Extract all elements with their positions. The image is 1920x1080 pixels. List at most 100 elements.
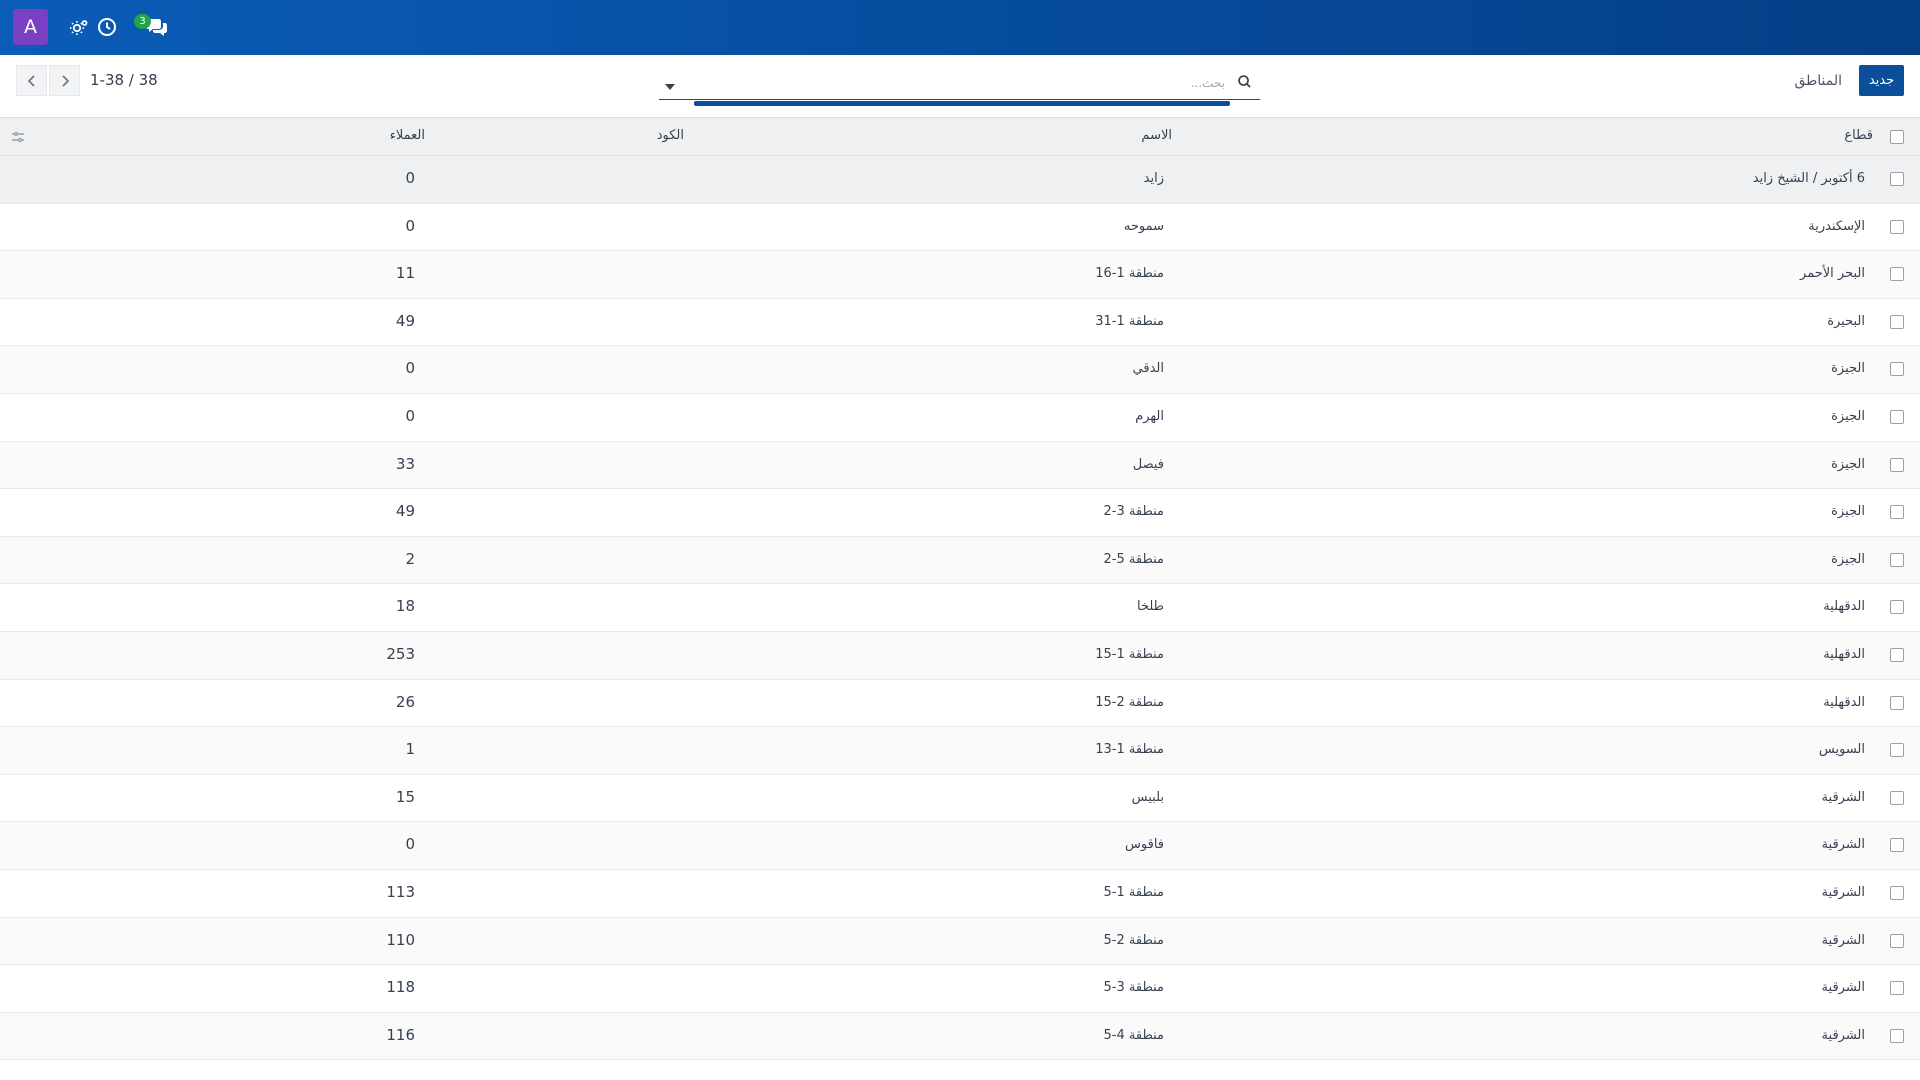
row-checkbox[interactable]: [1890, 933, 1904, 948]
column-header-code[interactable]: الكود: [657, 128, 684, 143]
row-checkbox[interactable]: [1890, 743, 1904, 758]
cell-name: الهرم: [1135, 408, 1164, 424]
messages-count-badge: 3: [134, 14, 151, 29]
cell-name: فاقوس: [1125, 837, 1164, 853]
table-row[interactable]: الجيزة فيصل 33: [0, 441, 1920, 490]
settings-gears-icon[interactable]: [68, 16, 90, 38]
table-row[interactable]: الدقهلية منطقة 1-15 253: [0, 631, 1920, 680]
row-checkbox[interactable]: [1890, 219, 1904, 234]
search-options-caret-icon[interactable]: [663, 77, 677, 90]
table-row[interactable]: الجيزة منطقة 5-2 2: [0, 536, 1920, 585]
row-checkbox[interactable]: [1890, 362, 1904, 377]
row-checkbox[interactable]: [1890, 409, 1904, 424]
cell-customers: 2: [405, 549, 415, 568]
cell-customers: 33: [395, 454, 415, 473]
cell-customers: 110: [386, 930, 415, 949]
cell-sector: الجيزة: [1831, 456, 1865, 472]
pager-value[interactable]: 1-38 / 38: [90, 71, 158, 89]
table-row[interactable]: الجيزة الدقي 0: [0, 346, 1920, 394]
table-row[interactable]: البحيرة منطقة 1-31 49: [0, 298, 1920, 347]
table-row[interactable]: 6 أكتوبر / الشيخ زايد زايد 0: [0, 156, 1920, 204]
row-checkbox[interactable]: [1890, 552, 1904, 567]
row-checkbox[interactable]: [1890, 505, 1904, 520]
cell-name: منطقة 3-2: [1103, 504, 1165, 520]
cell-sector: الجيزة: [1831, 361, 1865, 377]
column-header-name[interactable]: الاسم: [1141, 128, 1172, 143]
cell-name: فيصل: [1132, 456, 1164, 472]
cell-name: منطقة 2-5: [1103, 932, 1165, 948]
cell-customers: 0: [405, 406, 415, 425]
column-header-customers[interactable]: العملاء: [390, 128, 425, 143]
cell-sector: الجيزة: [1831, 551, 1865, 567]
row-checkbox[interactable]: [1890, 172, 1904, 186]
cell-sector: الشرقية: [1821, 884, 1865, 900]
cell-customers: 49: [395, 502, 415, 521]
cell-customers: 49: [395, 311, 415, 330]
cell-sector: البحر الأحمر: [1800, 266, 1865, 282]
row-checkbox[interactable]: [1890, 695, 1904, 710]
search-input[interactable]: [695, 72, 1225, 94]
optional-columns-toggle-icon[interactable]: [11, 129, 25, 143]
cell-customers: 0: [405, 169, 415, 187]
cell-customers: 0: [405, 835, 415, 854]
cell-customers: 0: [405, 216, 415, 235]
cell-customers: 26: [395, 692, 415, 711]
cell-customers: 18: [395, 597, 415, 616]
cell-sector: الدقهلية: [1823, 694, 1865, 710]
cell-name: منطقة 3-5: [1103, 980, 1165, 996]
table-row[interactable]: الدقهلية منطقة 2-15 26: [0, 679, 1920, 728]
pager-previous-button[interactable]: [16, 65, 47, 96]
row-checkbox[interactable]: [1890, 314, 1904, 329]
cell-name: منطقة 4-5: [1103, 1027, 1165, 1043]
cell-name: سموحه: [1123, 218, 1164, 234]
table-row[interactable]: الشرقية منطقة 4-5 116: [0, 1012, 1920, 1061]
cell-customers: 118: [386, 978, 415, 997]
cell-customers: 113: [386, 882, 415, 901]
row-checkbox[interactable]: [1890, 647, 1904, 662]
cell-name: زايد: [1143, 171, 1164, 186]
row-checkbox[interactable]: [1890, 790, 1904, 805]
clock-icon[interactable]: [96, 16, 118, 38]
cell-sector: الشرقية: [1821, 1027, 1865, 1043]
table-row[interactable]: البحر الأحمر منطقة 1-16 11: [0, 251, 1920, 299]
control-panel: جديد المناطق 1-38 / 38: [0, 55, 1920, 117]
table-row[interactable]: الشرقية منطقة 2-5 110: [0, 917, 1920, 966]
pager-next-button[interactable]: [49, 65, 80, 96]
row-checkbox[interactable]: [1890, 600, 1904, 615]
cell-name: منطقة 1-31: [1095, 313, 1164, 329]
row-checkbox[interactable]: [1890, 1028, 1904, 1043]
cell-sector: 6 أكتوبر / الشيخ زايد: [1752, 171, 1865, 186]
new-button[interactable]: جديد: [1859, 65, 1904, 96]
table-row[interactable]: الشرقية منطقة 3-5 118: [0, 965, 1920, 1013]
table-row[interactable]: الجيزة الهرم 0: [0, 393, 1920, 442]
cell-name: منطقة 2-15: [1095, 694, 1164, 710]
table-row[interactable]: الإسكندرية سموحه 0: [0, 203, 1920, 252]
cell-sector: الدقهلية: [1823, 646, 1865, 662]
search-bar: [659, 66, 1260, 106]
cell-name: منطقة 1-16: [1095, 266, 1164, 282]
table-row[interactable]: الشرقية منطقة 1-5 113: [0, 869, 1920, 918]
user-avatar[interactable]: A: [13, 9, 48, 45]
column-header-sector[interactable]: قطاع: [1844, 128, 1873, 143]
cell-sector: الشرقية: [1821, 932, 1865, 948]
table-row[interactable]: السويس منطقة 1-13 1: [0, 727, 1920, 775]
table-row[interactable]: الشرقية فاقوس 0: [0, 822, 1920, 870]
row-checkbox[interactable]: [1890, 838, 1904, 853]
row-checkbox[interactable]: [1890, 267, 1904, 282]
cell-sector: الدقهلية: [1823, 599, 1865, 615]
cell-sector: الجيزة: [1831, 504, 1865, 520]
table-row[interactable]: الجيزة منطقة 3-2 49: [0, 489, 1920, 537]
cell-name: منطقة 1-5: [1103, 884, 1165, 900]
row-checkbox[interactable]: [1890, 457, 1904, 472]
row-checkbox[interactable]: [1890, 981, 1904, 996]
table-row[interactable]: الدقهلية طلخا 18: [0, 584, 1920, 632]
table-row[interactable]: الشرقية بلبيس 15: [0, 774, 1920, 823]
cell-sector: الشرقية: [1821, 789, 1865, 805]
row-checkbox[interactable]: [1890, 885, 1904, 900]
cell-sector: الشرقية: [1821, 980, 1865, 996]
select-all-checkbox[interactable]: [1890, 130, 1904, 144]
table-body: 6 أكتوبر / الشيخ زايد زايد 0 الإسكندرية سموح…: [0, 156, 1920, 1061]
cell-name: الدقي: [1132, 361, 1164, 377]
cell-customers: 1: [405, 740, 415, 759]
cell-name: طلخا: [1136, 599, 1164, 615]
